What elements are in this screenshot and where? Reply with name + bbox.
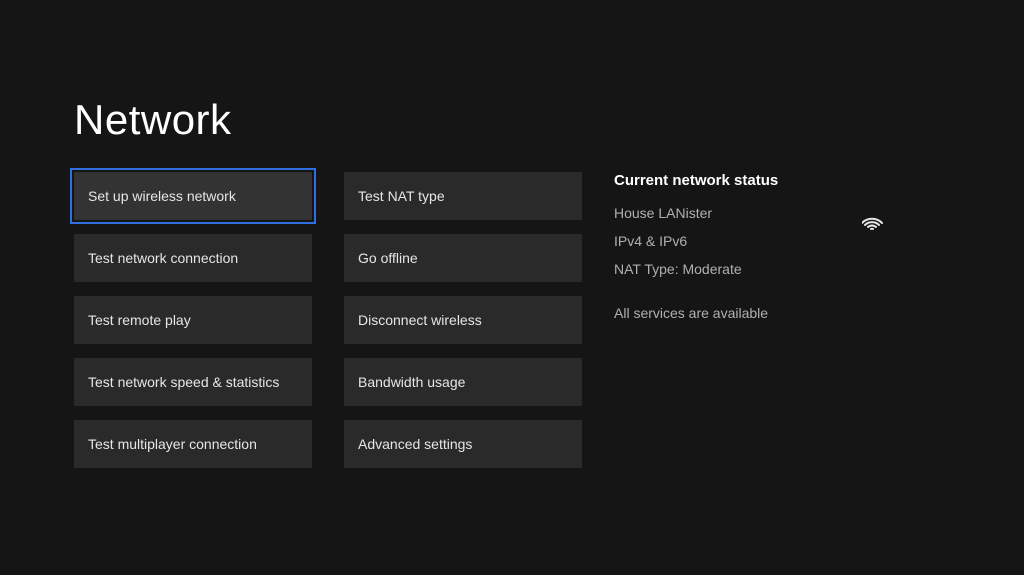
wifi-icon	[862, 212, 884, 235]
status-nat-type: NAT Type: Moderate	[614, 261, 914, 277]
tile-label: Test remote play	[88, 312, 191, 328]
tile-go-offline[interactable]: Go offline	[344, 234, 582, 282]
page-title: Network	[74, 96, 232, 144]
tile-test-network-connection[interactable]: Test network connection	[74, 234, 312, 282]
tile-test-speed-stats[interactable]: Test network speed & statistics	[74, 358, 312, 406]
tile-label: Advanced settings	[358, 436, 472, 452]
status-heading: Current network status	[614, 172, 914, 189]
tile-label: Disconnect wireless	[358, 312, 482, 328]
tile-label: Test multiplayer connection	[88, 436, 257, 452]
tile-bandwidth-usage[interactable]: Bandwidth usage	[344, 358, 582, 406]
tile-label: Test network speed & statistics	[88, 374, 279, 390]
tile-test-remote-play[interactable]: Test remote play	[74, 296, 312, 344]
tile-label: Set up wireless network	[88, 188, 236, 204]
settings-column-right: Test NAT type Go offline Disconnect wire…	[344, 172, 582, 468]
settings-columns: Set up wireless network Test network con…	[74, 172, 914, 468]
tile-advanced-settings[interactable]: Advanced settings	[344, 420, 582, 468]
tile-setup-wireless[interactable]: Set up wireless network	[74, 172, 312, 220]
settings-column-left: Set up wireless network Test network con…	[74, 172, 312, 468]
tile-label: Test network connection	[88, 250, 238, 266]
tile-disconnect-wireless[interactable]: Disconnect wireless	[344, 296, 582, 344]
tile-label: Test NAT type	[358, 188, 445, 204]
tile-test-multiplayer[interactable]: Test multiplayer connection	[74, 420, 312, 468]
tile-label: Bandwidth usage	[358, 374, 465, 390]
tile-label: Go offline	[358, 250, 418, 266]
status-panel: Current network status House LANister IP…	[614, 172, 914, 468]
status-ip-version: IPv4 & IPv6	[614, 233, 914, 249]
tile-test-nat[interactable]: Test NAT type	[344, 172, 582, 220]
status-services: All services are available	[614, 305, 914, 321]
